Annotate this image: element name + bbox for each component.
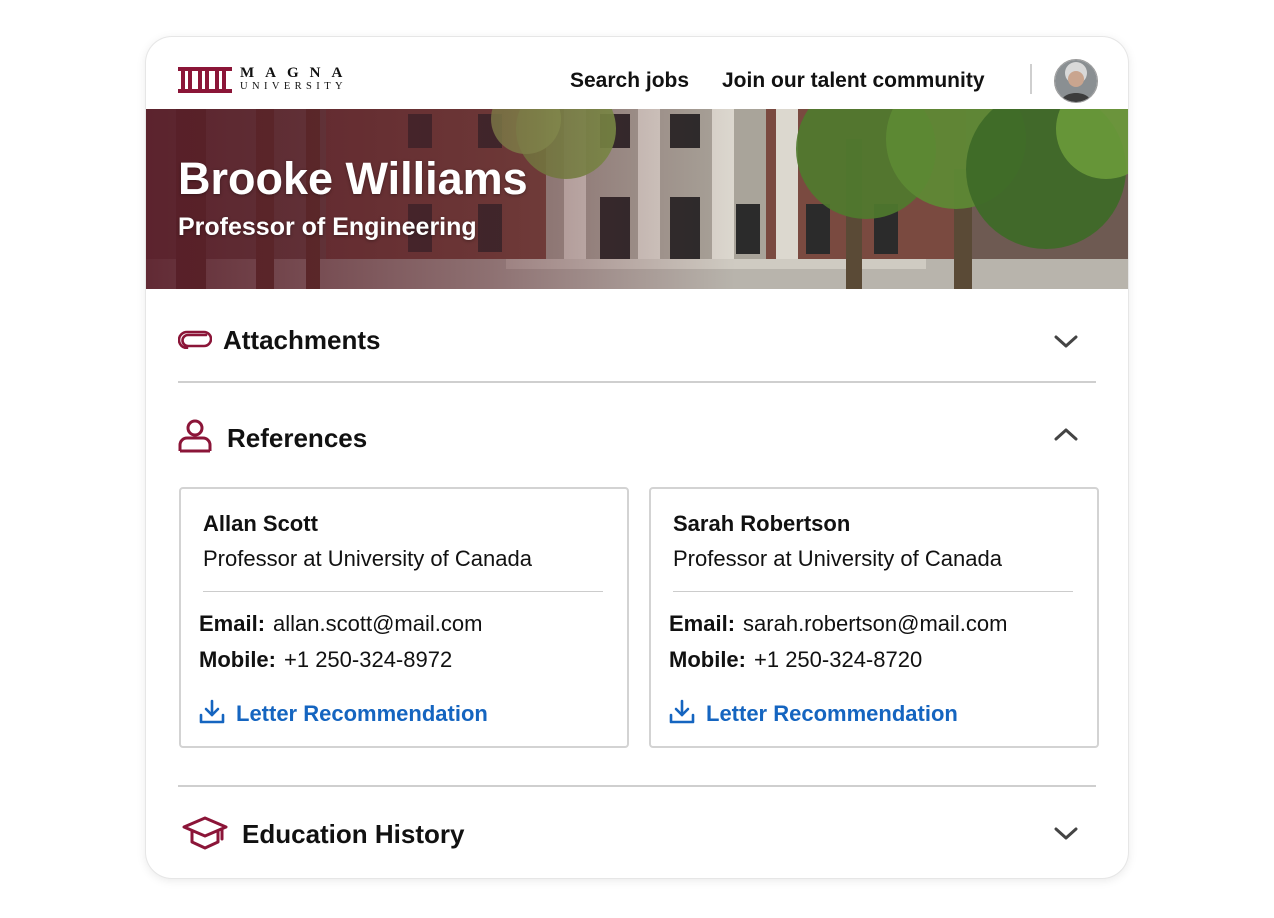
logo-subtitle: UNIVERSITY <box>240 81 347 92</box>
chevron-down-icon[interactable] <box>1054 827 1078 841</box>
section-attachments[interactable]: Attachments <box>178 319 1096 359</box>
chevron-down-icon[interactable] <box>1054 335 1078 349</box>
letter-recommendation-label: Letter Recommendation <box>236 701 488 726</box>
section-references[interactable]: References <box>178 417 1096 457</box>
download-icon <box>199 699 225 724</box>
reference-email[interactable]: sarah.robertson@mail.com <box>743 611 1007 636</box>
profile-title: Professor of Engineering <box>178 213 477 241</box>
hero-banner: Brooke Williams Professor of Engineering <box>146 109 1128 289</box>
section-education-history[interactable]: Education History <box>178 813 1096 853</box>
section-references-label: References <box>227 423 368 453</box>
section-attachments-label: Attachments <box>223 325 381 355</box>
reference-email[interactable]: allan.scott@mail.com <box>273 611 482 636</box>
letter-recommendation-label: Letter Recommendation <box>706 701 958 726</box>
reference-separator <box>203 591 603 592</box>
chevron-up-icon[interactable] <box>1054 427 1078 441</box>
reference-email-row: Email: allan.scott@mail.com <box>199 611 482 637</box>
avatar[interactable] <box>1054 59 1098 103</box>
profile-name: Brooke Williams <box>178 153 528 204</box>
reference-name: Allan Scott <box>203 511 318 536</box>
reference-email-row: Email: sarah.robertson@mail.com <box>669 611 1007 637</box>
columns-logo-icon <box>178 67 232 93</box>
reference-name: Sarah Robertson <box>673 511 851 536</box>
download-icon <box>669 699 695 724</box>
reference-separator <box>673 591 1073 592</box>
reference-card: Sarah Robertson Professor at University … <box>649 487 1099 748</box>
section-education-label: Education History <box>242 819 465 849</box>
email-label: Email: <box>669 611 736 636</box>
mobile-label: Mobile: <box>669 647 746 672</box>
user-avatar-icon <box>1055 60 1097 102</box>
reference-role: Professor at University of Canada <box>673 546 1002 571</box>
reference-mobile[interactable]: +1 250-324-8972 <box>284 647 452 672</box>
person-icon <box>178 419 212 453</box>
mobile-label: Mobile: <box>199 647 276 672</box>
paperclip-icon <box>178 330 212 349</box>
section-divider <box>178 381 1096 383</box>
reference-mobile[interactable]: +1 250-324-8720 <box>754 647 922 672</box>
profile-card: MAGNA UNIVERSITY Search jobs Join our ta… <box>146 37 1128 878</box>
reference-mobile-row: Mobile: +1 250-324-8720 <box>669 647 922 673</box>
logo-wordmark: MAGNA <box>240 65 354 81</box>
nav-divider <box>1030 64 1032 94</box>
nav-join-talent-community[interactable]: Join our talent community <box>722 69 985 93</box>
reference-role: Professor at University of Canada <box>203 546 532 571</box>
email-label: Email: <box>199 611 266 636</box>
reference-mobile-row: Mobile: +1 250-324-8972 <box>199 647 452 673</box>
reference-card: Allan Scott Professor at University of C… <box>179 487 629 748</box>
graduation-cap-icon <box>182 816 228 850</box>
section-divider <box>178 785 1096 787</box>
top-navigation: MAGNA UNIVERSITY Search jobs Join our ta… <box>146 37 1128 109</box>
nav-search-jobs[interactable]: Search jobs <box>570 69 689 93</box>
